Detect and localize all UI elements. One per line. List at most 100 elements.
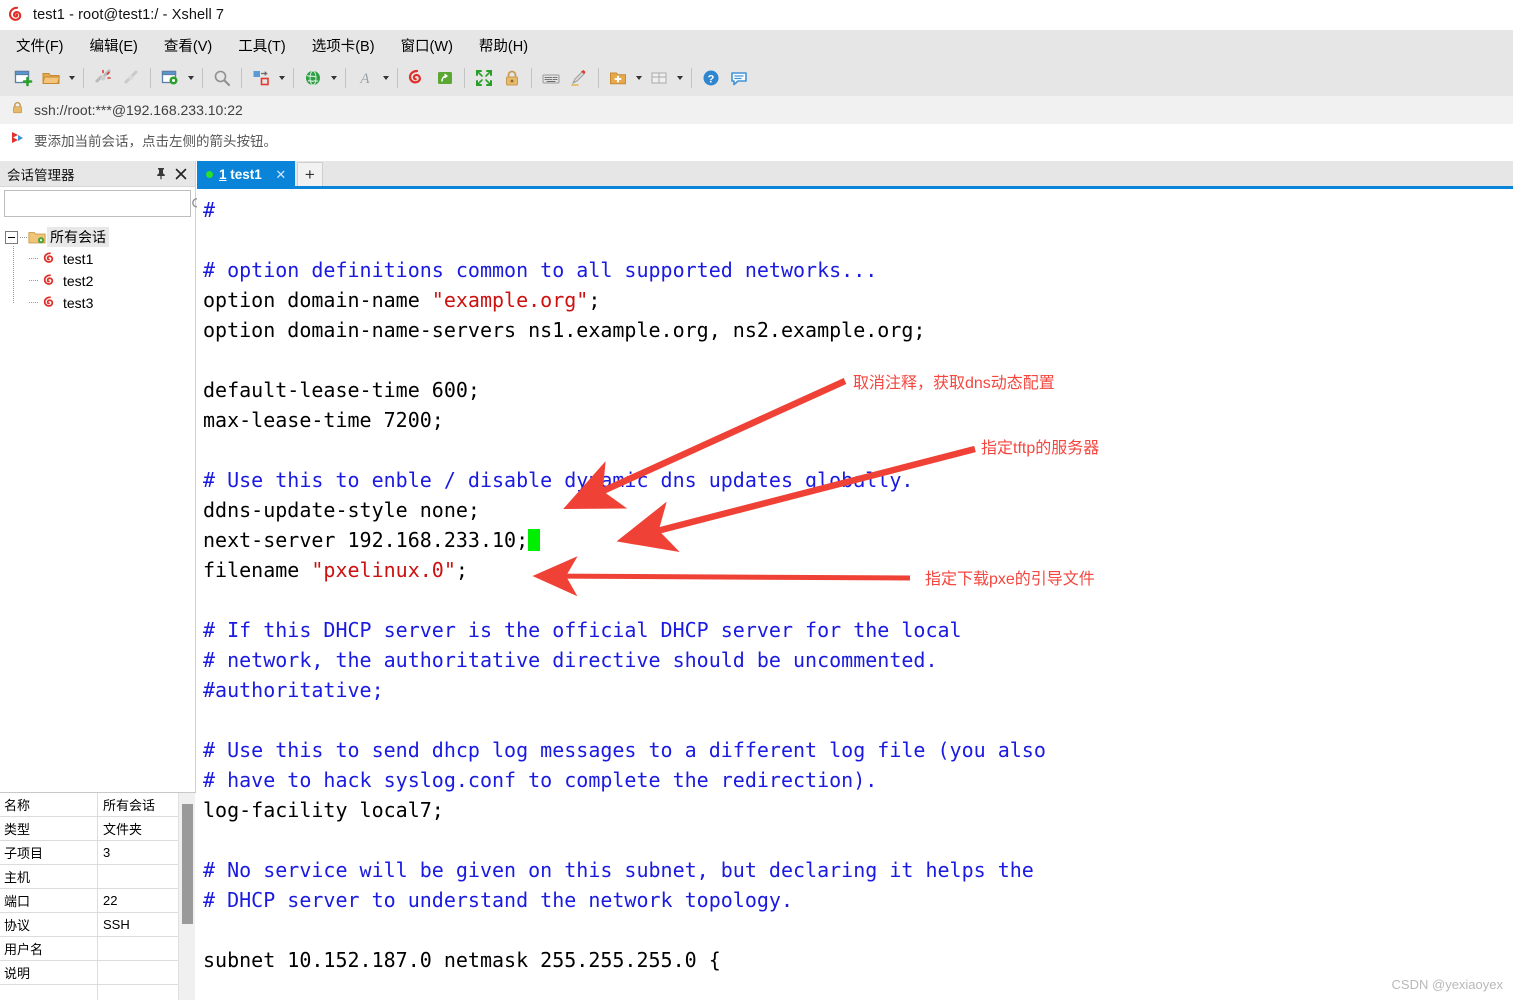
- sidebar-item-test3[interactable]: test3: [21, 292, 195, 314]
- property-value: SSH: [98, 913, 178, 936]
- globe-caret-icon[interactable]: [327, 64, 340, 92]
- pin-icon[interactable]: [153, 166, 169, 182]
- terminal-output[interactable]: # # option definitions common to all sup…: [197, 189, 1513, 1000]
- tab-index: 1: [219, 167, 227, 182]
- toolbar-separator: [397, 68, 398, 88]
- terminal-text: #: [203, 198, 216, 222]
- session-properties-icon[interactable]: [156, 64, 184, 92]
- terminal-text: # Use this to send dhcp log messages to …: [203, 738, 1046, 762]
- find-icon[interactable]: [208, 64, 236, 92]
- open-folder-icon[interactable]: [37, 64, 65, 92]
- property-key: 主机: [0, 865, 98, 888]
- feedback-icon[interactable]: [725, 64, 753, 92]
- property-key: 协议: [0, 913, 98, 936]
- terminal-cursor: [528, 529, 541, 551]
- terminal-line: subnet 10.152.187.0 netmask 255.255.255.…: [203, 945, 1513, 975]
- font-icon[interactable]: A: [351, 64, 379, 92]
- add-folder-caret-icon[interactable]: [632, 64, 645, 92]
- property-row: 用户名: [0, 937, 178, 961]
- sidebar-item-test2[interactable]: test2: [21, 270, 195, 292]
- terminal-line: # No service will be given on this subne…: [203, 855, 1513, 885]
- terminal-text: # network, the authoritative directive s…: [203, 648, 938, 672]
- terminal-line: #authoritative;: [203, 675, 1513, 705]
- menu-view[interactable]: 查看(V): [164, 35, 212, 56]
- property-value: 所有会话: [98, 793, 178, 816]
- close-icon[interactable]: [173, 166, 189, 182]
- terminal-line: option domain-name "example.org";: [203, 285, 1513, 315]
- terminal-line: # If this DHCP server is the official DH…: [203, 615, 1513, 645]
- tree-guide: [20, 236, 27, 238]
- file-transfer-icon[interactable]: [247, 64, 275, 92]
- tab-status-indicator: [206, 171, 213, 178]
- new-tab-button[interactable]: +: [296, 162, 323, 187]
- menu-tools[interactable]: 工具(T): [238, 35, 286, 56]
- property-row: 名称 所有会话: [0, 793, 178, 817]
- tree-root-all-sessions[interactable]: 所有会话: [5, 226, 195, 248]
- terminal-text: next-server 192.168.233.10;: [203, 528, 529, 552]
- window-title: test1 - root@test1:/ - Xshell 7: [33, 7, 225, 23]
- terminal-line: # Use this to send dhcp log messages to …: [203, 735, 1513, 765]
- toolbar-separator: [202, 68, 203, 88]
- session-icon: [40, 295, 60, 311]
- terminal-text: option domain-name-servers ns1.example.o…: [203, 318, 926, 342]
- property-row: 类型 文件夹: [0, 817, 178, 841]
- add-folder-icon[interactable]: [604, 64, 632, 92]
- property-key: 名称: [0, 793, 98, 816]
- tab-test1[interactable]: 1 test1 ✕: [197, 161, 295, 188]
- layout-caret-icon[interactable]: [673, 64, 686, 92]
- reconnect-icon[interactable]: [117, 64, 145, 92]
- property-value: [98, 865, 178, 888]
- keyboard-icon[interactable]: [537, 64, 565, 92]
- help-icon[interactable]: ?: [697, 64, 725, 92]
- lock-icon: [10, 100, 25, 120]
- collapse-icon[interactable]: [5, 230, 18, 244]
- menu-tabs[interactable]: 选项卡(B): [312, 35, 375, 56]
- terminal-text: subnet 10.152.187.0 netmask 255.255.255.…: [203, 948, 721, 972]
- xshell-icon[interactable]: [403, 64, 431, 92]
- file-transfer-caret-icon[interactable]: [275, 64, 288, 92]
- new-session-icon[interactable]: [9, 64, 37, 92]
- open-folder-caret-icon[interactable]: [65, 64, 78, 92]
- globe-icon[interactable]: [299, 64, 327, 92]
- terminal-text: "pxelinux.0": [311, 558, 456, 582]
- close-icon[interactable]: ✕: [274, 167, 288, 183]
- menu-help[interactable]: 帮助(H): [479, 35, 528, 56]
- address-bar[interactable]: ssh://root:***@192.168.233.10:22: [0, 96, 1513, 124]
- font-caret-icon[interactable]: [379, 64, 392, 92]
- search-input[interactable]: [5, 192, 187, 215]
- terminal-text: ;: [588, 288, 601, 312]
- red-arrow-icon: [10, 130, 26, 151]
- property-value: 22: [98, 889, 178, 912]
- xftp-icon[interactable]: [431, 64, 459, 92]
- property-row: 协议 SSH: [0, 913, 178, 937]
- disconnect-icon[interactable]: [89, 64, 117, 92]
- property-row: 端口 22: [0, 889, 178, 913]
- terminal-line: ddns-update-style none;: [203, 495, 1513, 525]
- terminal-line: max-lease-time 7200;: [203, 405, 1513, 435]
- xshell-logo-icon: [8, 6, 26, 24]
- address-bar-text: ssh://root:***@192.168.233.10:22: [34, 102, 243, 118]
- session-properties-panel: 名称 所有会话 类型 文件夹 子项目 3 主机 端口 22 协议 SSH 用户名…: [0, 792, 196, 1000]
- layout-icon[interactable]: [645, 64, 673, 92]
- property-value: 3: [98, 841, 178, 864]
- terminal-text: filename: [203, 558, 312, 582]
- menu-edit[interactable]: 编辑(E): [90, 35, 138, 56]
- menu-window[interactable]: 窗口(W): [401, 35, 453, 56]
- watermark: CSDN @yexiaoyex: [1391, 977, 1503, 992]
- scrollbar-thumb[interactable]: [182, 804, 193, 924]
- menu-file[interactable]: 文件(F): [16, 35, 64, 56]
- terminal-text: max-lease-time 7200;: [203, 408, 444, 432]
- property-scrollbar[interactable]: [178, 793, 195, 1000]
- sidebar-item-test1[interactable]: test1: [21, 248, 195, 270]
- highlight-icon[interactable]: [565, 64, 593, 92]
- session-search-box[interactable]: [4, 190, 205, 217]
- session-properties-caret-icon[interactable]: [184, 64, 197, 92]
- lock-icon[interactable]: [498, 64, 526, 92]
- toolbar-separator: [464, 68, 465, 88]
- terminal-text: ddns-update-style none;: [203, 498, 480, 522]
- fullscreen-icon[interactable]: [470, 64, 498, 92]
